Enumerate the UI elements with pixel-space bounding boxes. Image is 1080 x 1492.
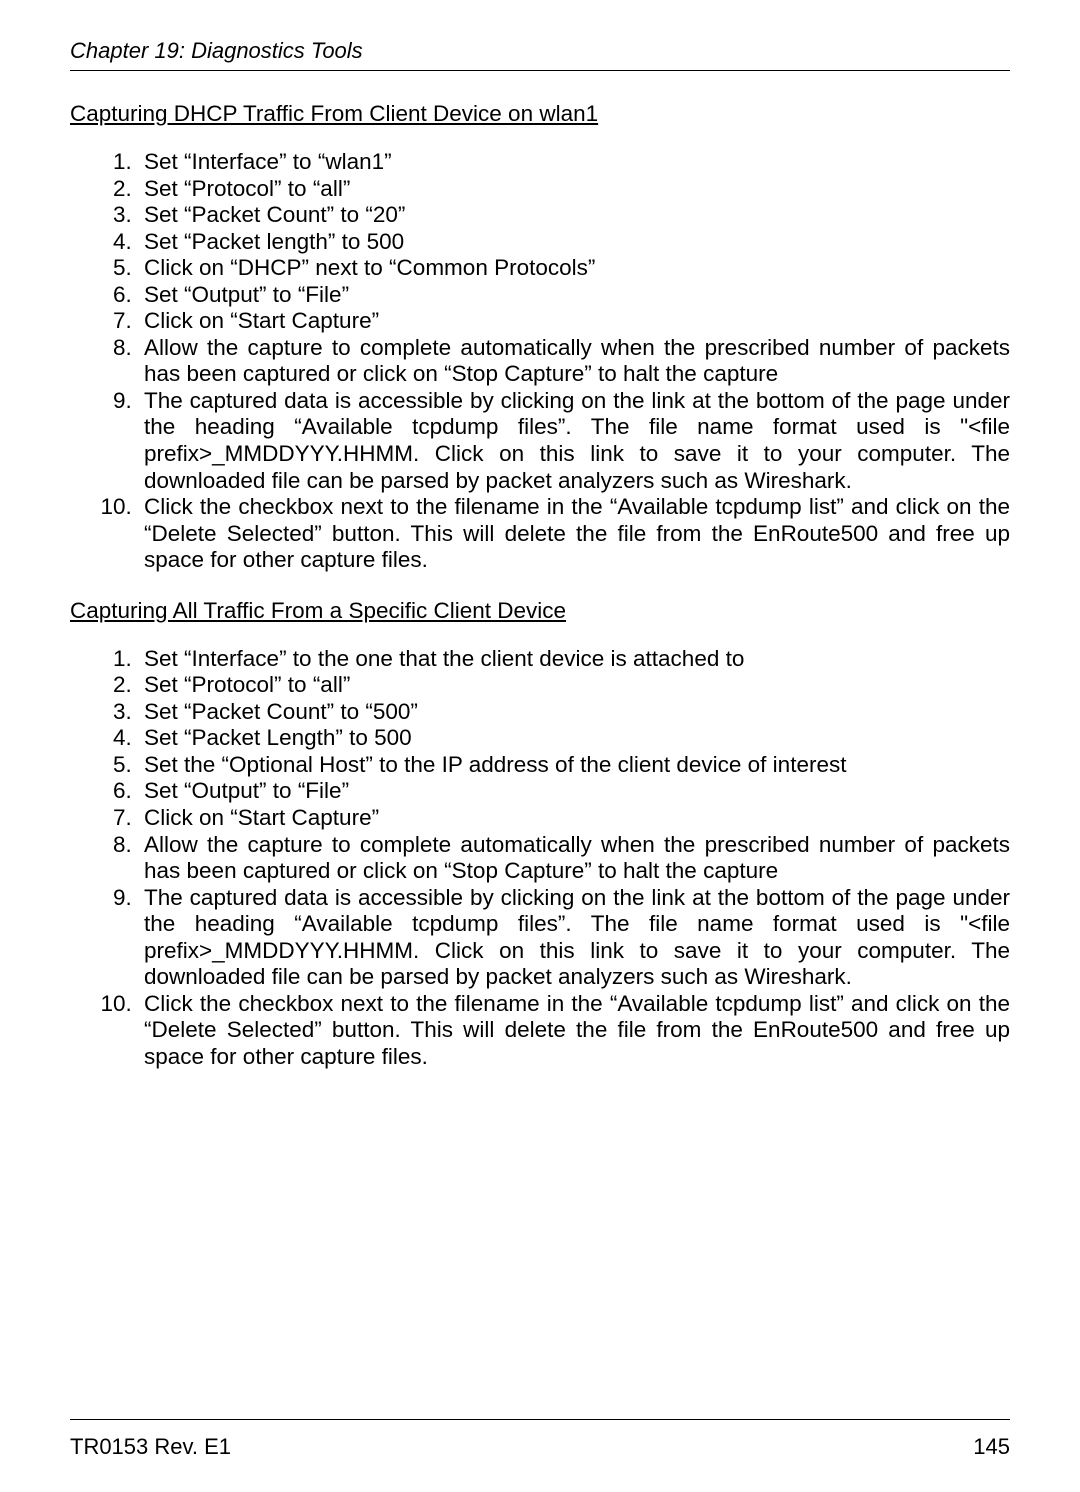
footer-divider: [70, 1419, 1010, 1420]
step-item: Allow the capture to complete automatica…: [138, 832, 1010, 885]
step-item: Click the checkbox next to the filename …: [138, 991, 1010, 1071]
chapter-header: Chapter 19: Diagnostics Tools: [70, 38, 1010, 64]
step-item: Set “Protocol” to “all”: [138, 672, 1010, 699]
header-divider: [70, 70, 1010, 71]
step-item: Set “Interface” to “wlan1”: [138, 149, 1010, 176]
steps-list-2: Set “Interface” to the one that the clie…: [70, 646, 1010, 1071]
step-item: Set “Packet Count” to “20”: [138, 202, 1010, 229]
step-item: Set “Protocol” to “all”: [138, 176, 1010, 203]
step-item: Set “Packet length” to 500: [138, 229, 1010, 256]
step-item: Set “Packet Length” to 500: [138, 725, 1010, 752]
step-item: Set “Output” to “File”: [138, 282, 1010, 309]
step-item: The captured data is accessible by click…: [138, 388, 1010, 494]
step-item: Click on “Start Capture”: [138, 308, 1010, 335]
page-number: 145: [973, 1434, 1010, 1460]
step-item: Allow the capture to complete automatica…: [138, 335, 1010, 388]
step-item: The captured data is accessible by click…: [138, 885, 1010, 991]
step-item: Set “Output” to “File”: [138, 778, 1010, 805]
section-title-2: Capturing All Traffic From a Specific Cl…: [70, 598, 1010, 624]
doc-id: TR0153 Rev. E1: [70, 1434, 231, 1460]
step-item: Click on “DHCP” next to “Common Protocol…: [138, 255, 1010, 282]
step-item: Set “Interface” to the one that the clie…: [138, 646, 1010, 673]
step-item: Click the checkbox next to the filename …: [138, 494, 1010, 574]
step-item: Set the “Optional Host” to the IP addres…: [138, 752, 1010, 779]
steps-list-1: Set “Interface” to “wlan1” Set “Protocol…: [70, 149, 1010, 574]
step-item: Set “Packet Count” to “500”: [138, 699, 1010, 726]
section-title-1: Capturing DHCP Traffic From Client Devic…: [70, 101, 1010, 127]
page-footer: TR0153 Rev. E1 145: [70, 1434, 1010, 1460]
step-item: Click on “Start Capture”: [138, 805, 1010, 832]
